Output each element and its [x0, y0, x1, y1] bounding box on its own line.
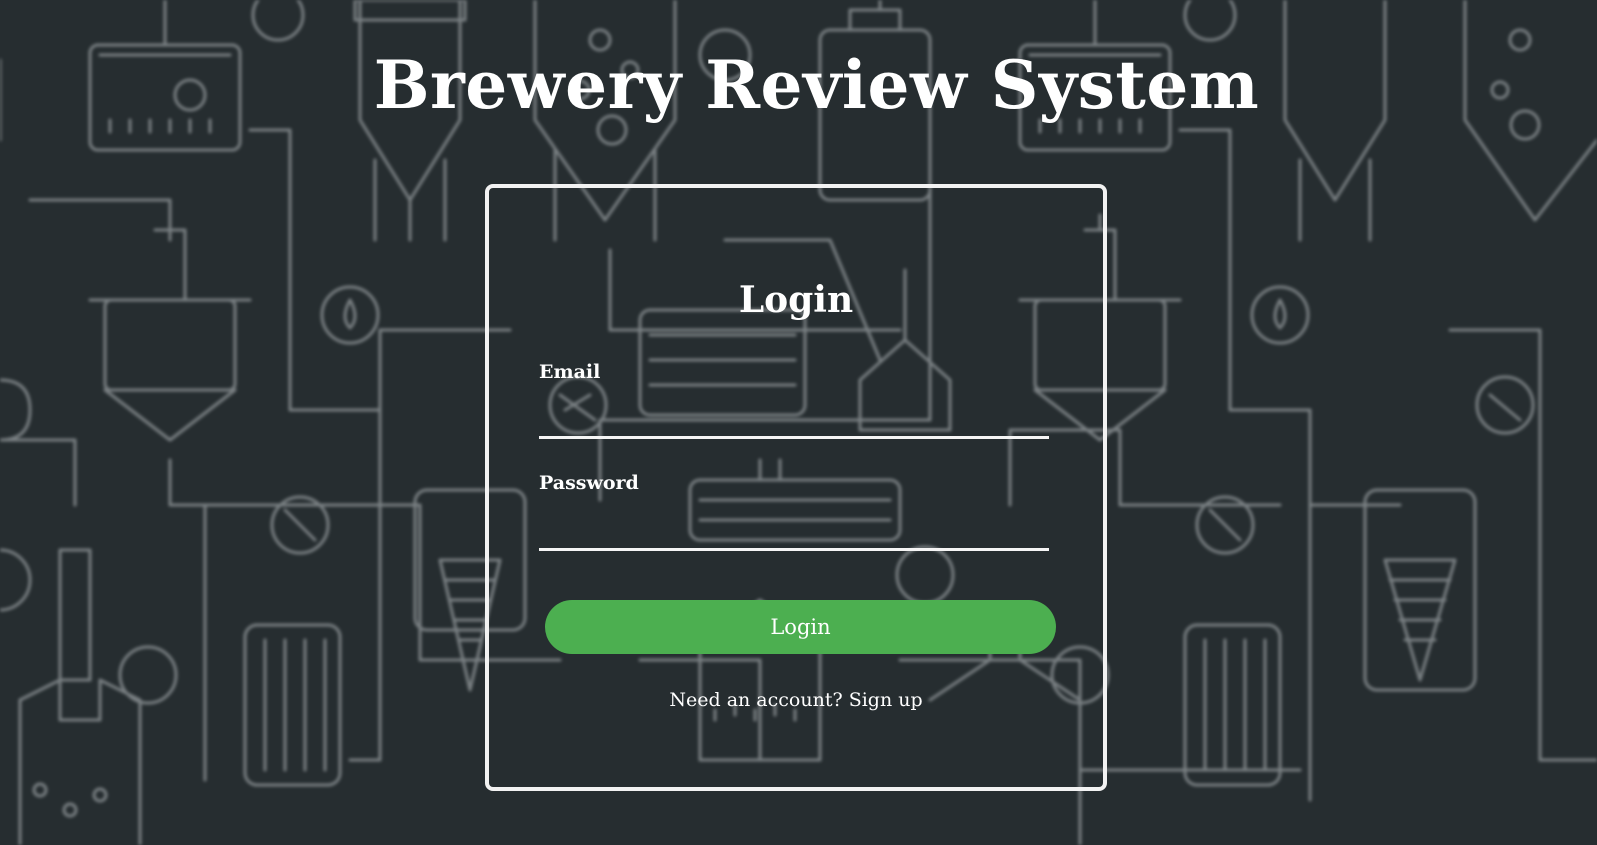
signup-link[interactable]: Sign up	[849, 689, 923, 711]
login-card: Login Email Password Login Need an accou…	[485, 184, 1107, 791]
app-title: Brewery Review System	[373, 46, 1260, 124]
login-heading: Login	[738, 279, 854, 321]
email-label: Email	[539, 361, 601, 383]
password-label: Password	[539, 472, 639, 494]
email-field[interactable]	[539, 406, 1049, 439]
signup-row: Need an account? Sign up	[489, 687, 1103, 713]
signup-prompt: Need an account?	[669, 689, 843, 711]
login-button[interactable]: Login	[545, 600, 1056, 654]
password-field[interactable]	[539, 518, 1049, 551]
